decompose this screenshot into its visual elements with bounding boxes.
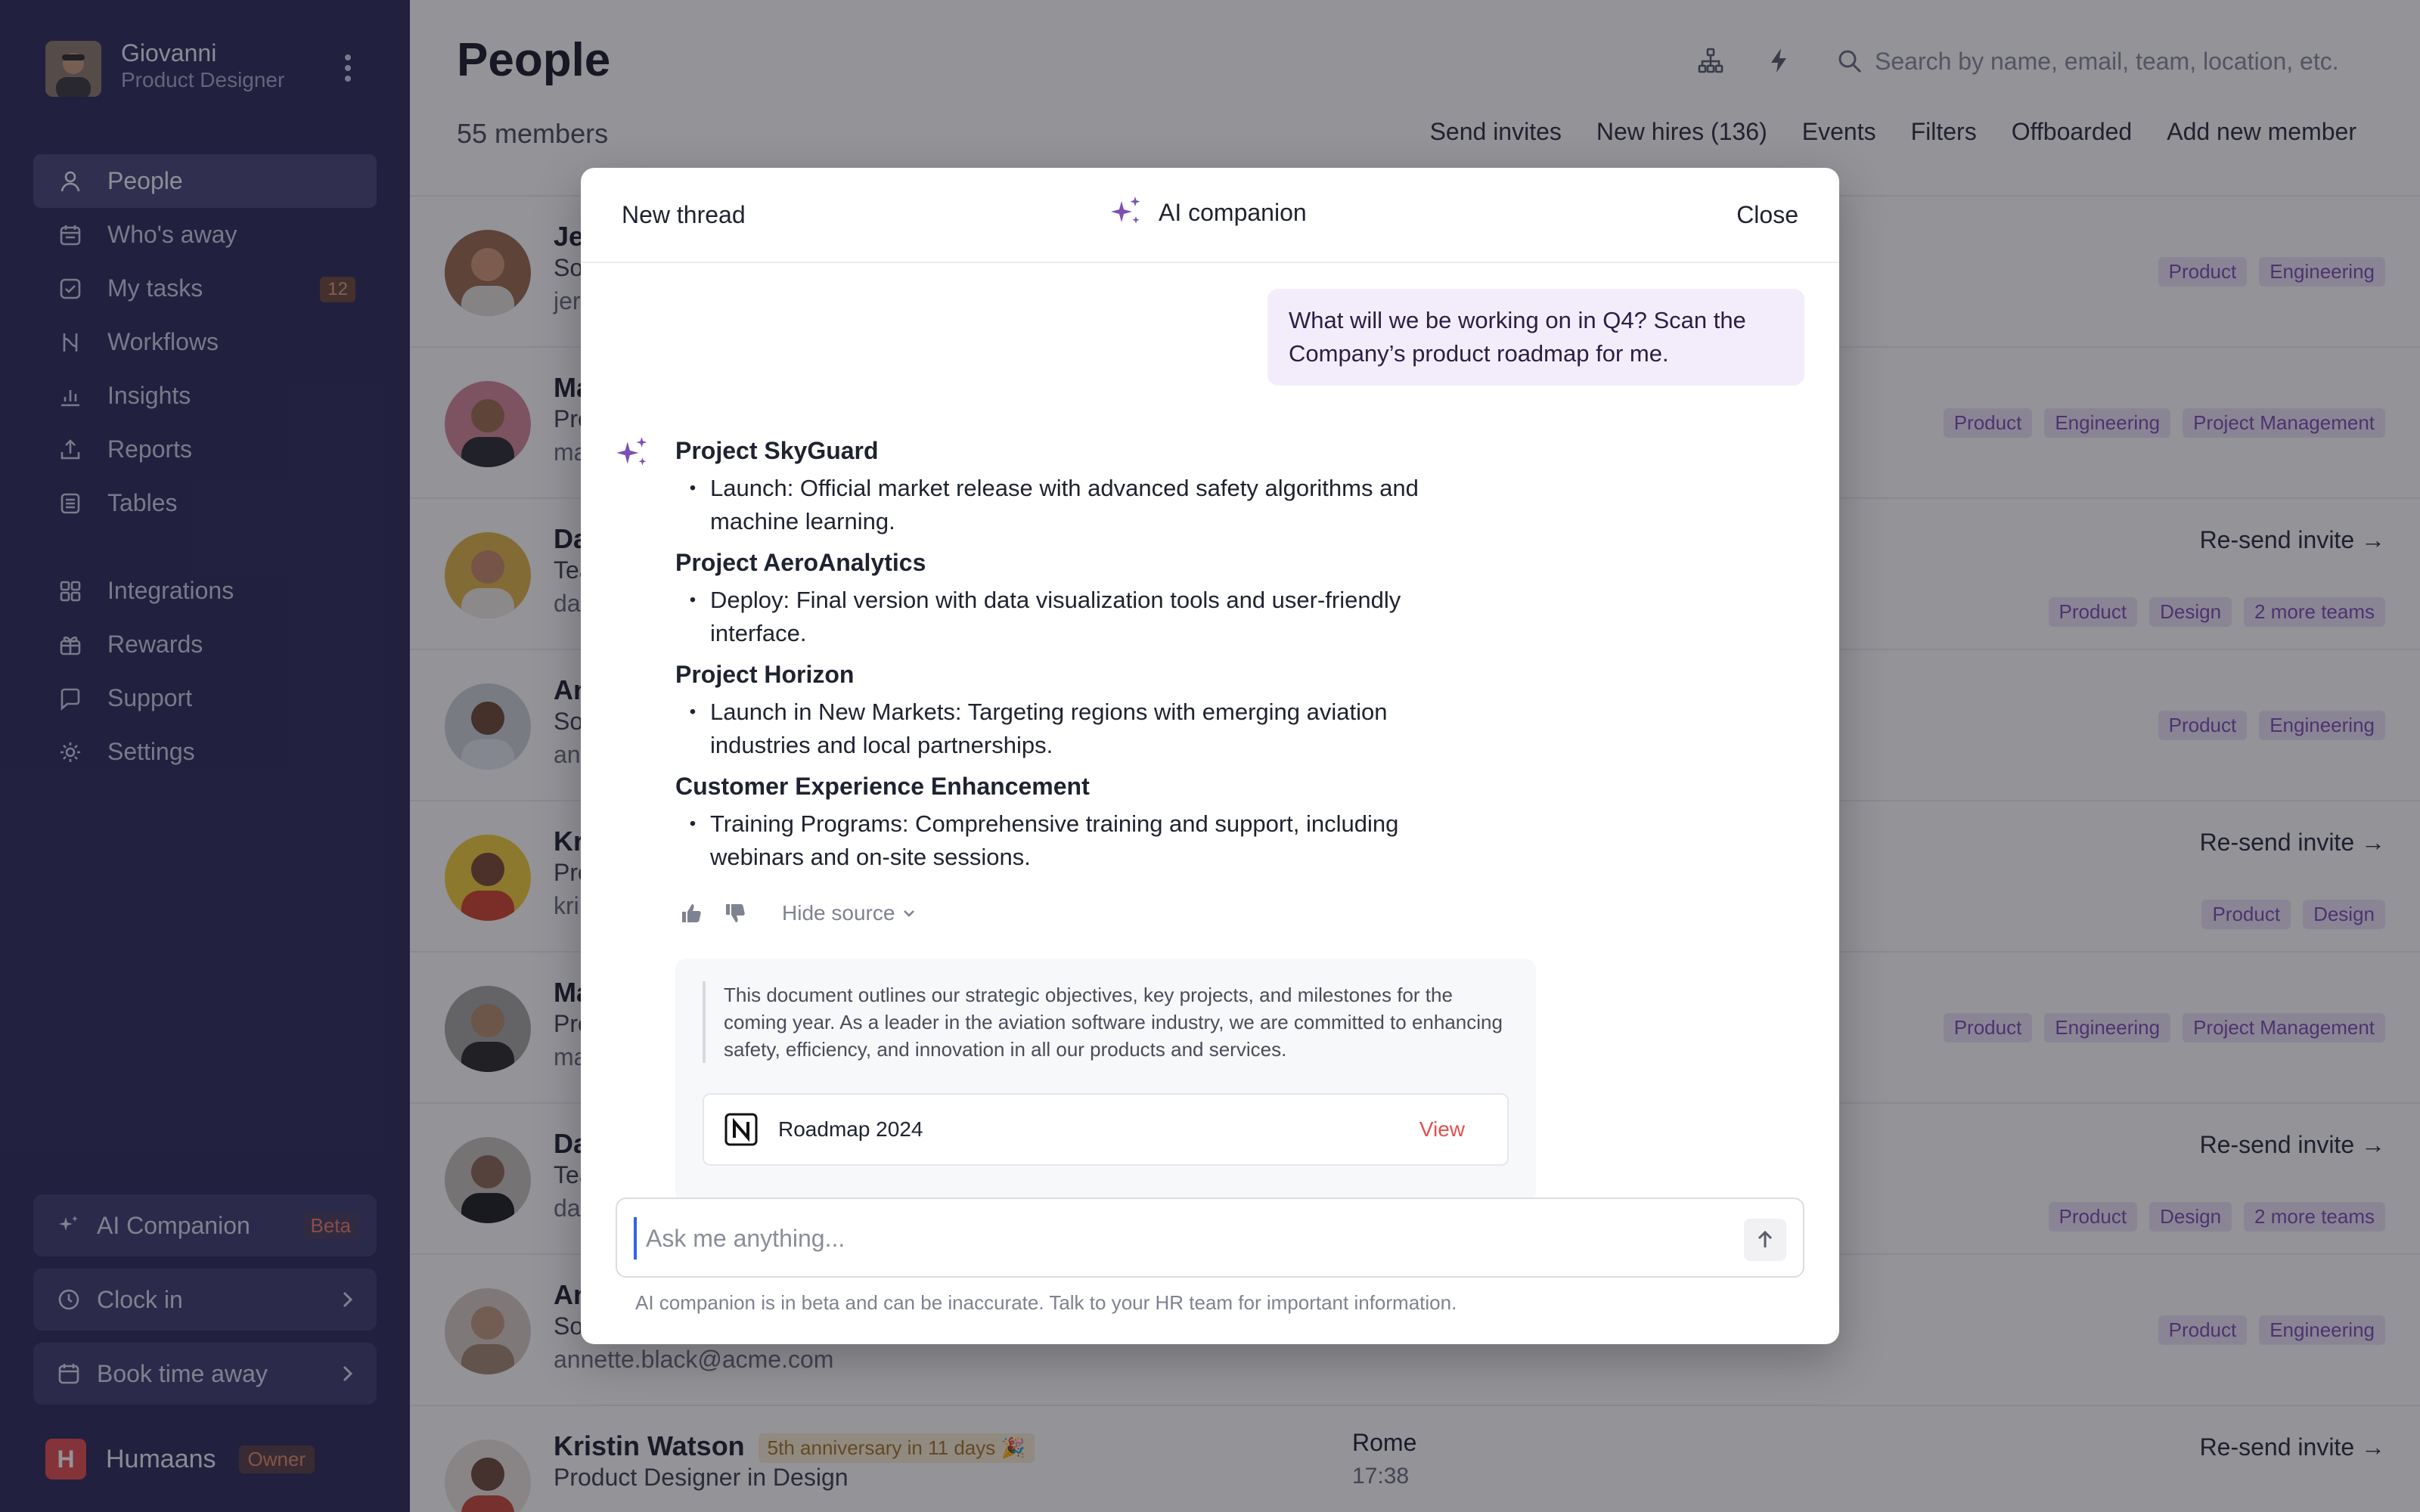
source-document-card[interactable]: Roadmap 2024 View [703,1093,1509,1166]
project-bullet: Training Programs: Comprehensive trainin… [710,810,1399,870]
project-title: Project SkyGuard [675,437,879,464]
project-bullet: Deploy: Final version with data visualiz… [710,587,1401,646]
project-block: Customer Experience Enhancement • Trainin… [675,770,1522,874]
source-panel: This document outlines our strategic obj… [675,959,1536,1202]
arrow-up-icon [1758,1230,1773,1247]
notion-icon [724,1113,758,1146]
hide-source-toggle[interactable]: Hide source [782,901,917,925]
ai-companion-modal: New thread AI companion Close What will … [581,168,1839,1344]
ai-answer: Project SkyGuard • Launch: Official marke… [675,434,1522,881]
new-thread-button[interactable]: New thread [622,201,746,229]
user-message: What will we be working on in Q4? Scan t… [1267,289,1804,386]
disclaimer-text: AI companion is in beta and can be inacc… [635,1291,1457,1314]
project-title: Project AeroAnalytics [675,549,926,576]
close-button[interactable]: Close [1736,201,1798,229]
chat-input-wrapper [616,1198,1804,1278]
feedback-row: Hide source [679,901,917,925]
source-quote: This document outlines our strategic obj… [703,981,1504,1063]
document-title: Roadmap 2024 [778,1117,923,1141]
chat-input[interactable] [634,1217,1708,1259]
chevron-down-icon [904,910,915,917]
project-title: Project Horizon [675,661,855,688]
modal-title: AI companion [1107,194,1307,231]
project-bullet: Launch: Official market release with adv… [710,475,1419,534]
project-block: Project Horizon • Launch in New Markets: … [675,658,1522,762]
modal-title-text: AI companion [1159,198,1307,226]
modal-header: New thread AI companion Close [581,168,1839,263]
sparkle-icon [1111,197,1140,224]
sparkle-icon [613,434,652,473]
project-bullet: Launch in New Markets: Targeting regions… [710,699,1388,758]
project-block: Project SkyGuard • Launch: Official marke… [675,434,1522,538]
hide-source-label: Hide source [782,901,895,925]
send-button[interactable] [1744,1219,1786,1261]
thumbs-down-icon[interactable] [723,901,747,925]
view-link[interactable]: View [1419,1117,1465,1142]
project-title: Customer Experience Enhancement [675,773,1090,800]
project-block: Project AeroAnalytics • Deploy: Final ver… [675,546,1522,650]
thumbs-up-icon[interactable] [679,901,703,925]
